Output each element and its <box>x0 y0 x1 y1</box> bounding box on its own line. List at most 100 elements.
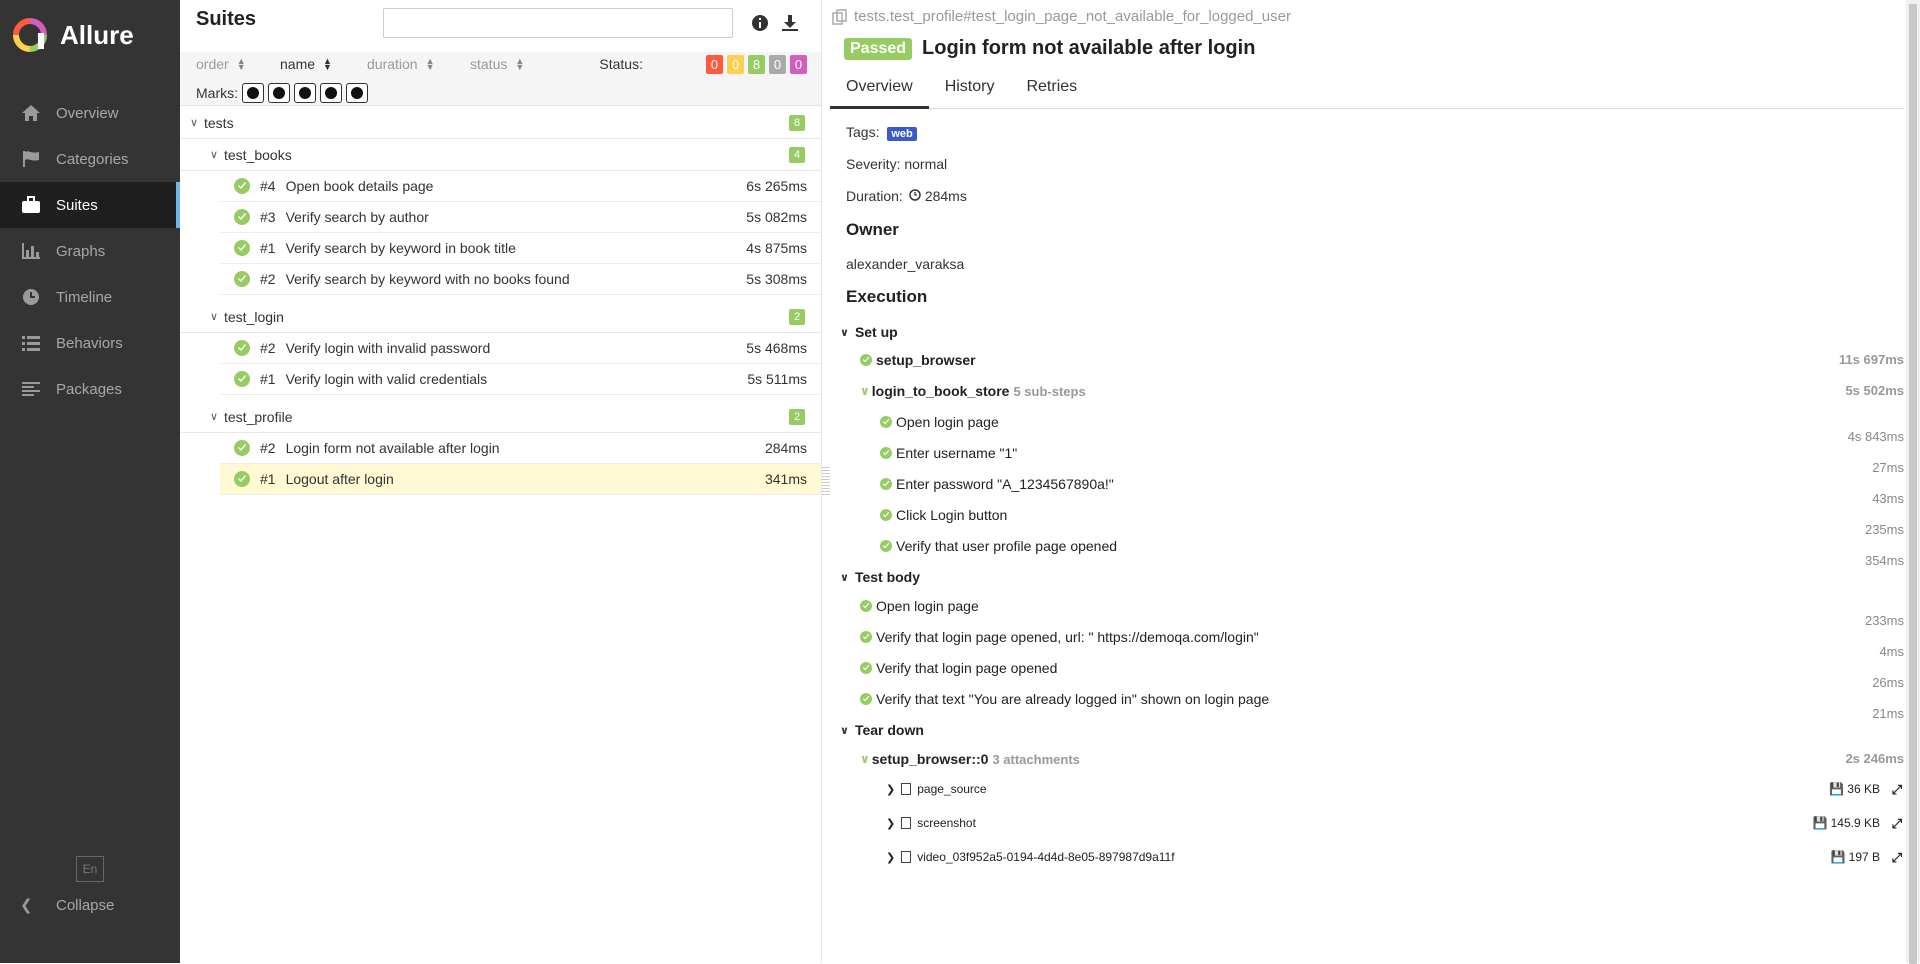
new-failed-mark-icon[interactable] <box>268 83 290 103</box>
sidebar-item-label: Packages <box>56 380 122 398</box>
substep[interactable]: Enter password "A_1234567890a!" 43ms <box>846 476 1904 506</box>
tab-retries[interactable]: Retries <box>1010 72 1093 108</box>
sidebar-item-packages[interactable]: Packages <box>0 366 180 412</box>
attachments-count: 3 attachments <box>992 751 1080 767</box>
passed-check-icon <box>860 693 872 705</box>
sort-status[interactable]: status ▲ ▼ <box>470 56 524 72</box>
step-name: Open login page <box>896 414 999 430</box>
sort-name[interactable]: name ▲ ▼ <box>280 56 332 72</box>
sidebar-item-categories[interactable]: Categories <box>0 136 180 182</box>
passed-check-icon <box>880 478 892 490</box>
home-icon <box>20 104 42 122</box>
sidebar-item-graphs[interactable]: Graphs <box>0 228 180 274</box>
status-skipped-badge[interactable]: 0 <box>769 55 786 74</box>
new-broken-mark-icon[interactable] <box>320 83 342 103</box>
language-button[interactable]: En <box>76 856 104 882</box>
status-failed-badge[interactable]: 0 <box>706 55 723 74</box>
info-icon[interactable] <box>750 13 770 33</box>
sidebar-item-timeline[interactable]: Timeline <box>0 274 180 320</box>
phase-test-body[interactable]: ∨ Test body <box>840 569 920 585</box>
passed-check-icon <box>234 440 250 456</box>
expand-icon[interactable]: ⤢ <box>1892 816 1902 832</box>
attachment-label: ❯ screenshot <box>886 816 976 830</box>
brand[interactable]: Allure <box>0 0 180 70</box>
substep[interactable]: Click Login button 235ms <box>846 507 1904 537</box>
step-name: Open login page <box>876 598 979 614</box>
attachment-size: 💾 197 B <box>1831 850 1880 864</box>
collapse-button[interactable]: ❮ Collapse <box>20 896 114 915</box>
step-name: Enter username "1" <box>896 445 1018 461</box>
test-name: Verify login with invalid password <box>285 340 491 356</box>
chevron-right-icon: ❯ <box>886 817 896 830</box>
retries-mark-icon[interactable] <box>346 83 368 103</box>
attachment-row[interactable]: ❯ page_source 💾 36 KB ⤢ <box>846 782 1904 806</box>
owner-title: Owner <box>846 220 899 239</box>
detail-tabs: Overview History Retries <box>830 72 1904 109</box>
scrollbar-thumb[interactable] <box>1909 4 1917 964</box>
test-row[interactable]: #2 Verify login with invalid password 5s… <box>220 333 821 364</box>
chevron-down-icon: ∨ <box>190 117 199 129</box>
tree-group-test-profile[interactable]: ∨ test_profile 2 <box>180 401 821 433</box>
tab-history[interactable]: History <box>929 72 1011 108</box>
tab-overview[interactable]: Overview <box>830 72 929 109</box>
tree-group-test-login[interactable]: ∨ test_login 2 <box>180 301 821 333</box>
attachment-label: ❯ page_source <box>886 782 987 796</box>
save-icon: 💾 <box>1829 782 1845 796</box>
panel-resize-handle[interactable] <box>822 465 830 495</box>
sort-arrows-icon: ▲ ▼ <box>425 56 435 72</box>
copy-icon[interactable] <box>832 8 848 25</box>
sort-bar: order ▲ ▼ name ▲ ▼ duration ▲ ▼ status ▲ ▼ Statu… <box>180 52 821 106</box>
attachment-row[interactable]: ❯ video_03f952a5-0194-4d4d-8e05-897987d9… <box>846 850 1904 874</box>
substep[interactable]: Open login page 4s 843ms <box>846 414 1904 444</box>
count-badge: 2 <box>789 308 805 325</box>
step-setup-browser-teardown[interactable]: ∨ setup_browser::0 3 attachments 2s 246m… <box>846 751 1904 777</box>
attachment-row[interactable]: ❯ screenshot 💾 145.9 KB ⤢ <box>846 816 1904 840</box>
expand-icon[interactable]: ⤢ <box>1892 782 1902 798</box>
tree-group-root[interactable]: ∨ tests 8 <box>180 107 821 139</box>
passed-check-icon <box>860 600 872 612</box>
body-step[interactable]: Verify that login page opened, url: " ht… <box>846 629 1904 659</box>
test-name: Logout after login <box>285 471 394 487</box>
download-icon[interactable] <box>780 13 800 33</box>
step-label: Verify that user profile page opened <box>880 538 1117 554</box>
status-unknown-badge[interactable]: 0 <box>790 55 807 74</box>
step-label: setup_browser <box>860 352 976 368</box>
substep[interactable]: Verify that user profile page opened 354… <box>846 538 1904 568</box>
substep[interactable]: Enter username "1" 27ms <box>846 445 1904 475</box>
status-broken-badge[interactable]: 0 <box>727 55 744 74</box>
new-passed-mark-icon[interactable] <box>294 83 316 103</box>
sidebar-item-overview[interactable]: Overview <box>0 90 180 136</box>
phase-setup[interactable]: ∨ Set up <box>840 324 898 340</box>
test-row[interactable]: #2 Login form not available after login … <box>220 433 821 464</box>
body-step[interactable]: Verify that text "You are already logged… <box>846 691 1904 721</box>
scrollbar[interactable] <box>1906 0 1920 964</box>
test-row[interactable]: #1 Verify search by keyword in book titl… <box>220 233 821 264</box>
flaky-mark-icon[interactable] <box>242 83 264 103</box>
search-input[interactable] <box>383 8 733 38</box>
chevron-right-icon: ❯ <box>886 851 896 864</box>
test-row[interactable]: #4 Open book details page 6s 265ms <box>220 171 821 202</box>
sort-order[interactable]: order ▲ ▼ <box>196 56 246 72</box>
sort-arrows-icon: ▲ ▼ <box>236 56 246 72</box>
title-row: Passed Login form not available after lo… <box>844 37 1255 60</box>
sort-duration[interactable]: duration ▲ ▼ <box>367 56 435 72</box>
body-step[interactable]: Verify that login page opened 26ms <box>846 660 1904 690</box>
sidebar-item-behaviors[interactable]: Behaviors <box>0 320 180 366</box>
step-setup-browser[interactable]: setup_browser 11s 697ms <box>846 352 1904 378</box>
page-title: Suites <box>196 8 257 30</box>
test-row[interactable]: #3 Verify search by author 5s 082ms <box>220 202 821 233</box>
tree-group-test-books[interactable]: ∨ test_books 4 <box>180 139 821 171</box>
phase-tear-down[interactable]: ∨ Tear down <box>840 722 924 738</box>
status-passed-badge[interactable]: 8 <box>748 55 765 74</box>
body-step[interactable]: Open login page 233ms <box>846 598 1904 628</box>
test-row-selected[interactable]: #1 Logout after login 341ms <box>220 464 821 495</box>
step-login-to-book-store[interactable]: ∨ login_to_book_store 5 sub-steps 5s 502… <box>846 383 1904 409</box>
test-row[interactable]: #1 Verify login with valid credentials 5… <box>220 364 821 395</box>
attachment-name: page_source <box>917 782 987 796</box>
step-label: ∨ login_to_book_store 5 sub-steps <box>860 383 1086 399</box>
passed-check-icon <box>234 271 250 287</box>
step-label: Open login page <box>880 414 999 430</box>
sidebar-item-suites[interactable]: Suites <box>0 182 180 228</box>
test-row[interactable]: #2 Verify search by keyword with no book… <box>220 264 821 295</box>
expand-icon[interactable]: ⤢ <box>1892 850 1902 866</box>
